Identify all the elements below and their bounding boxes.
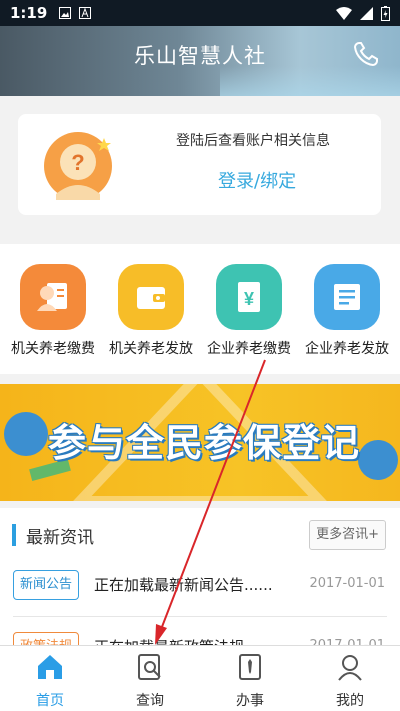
user-icon [338,655,362,681]
feature-gov-pension-payment[interactable]: 机关养老缴费 [3,264,103,358]
news-item[interactable]: 新闻公告 正在加载最新新闻公告...... 2017-01-01 [0,562,400,612]
nav-label: 办事 [236,693,264,709]
phone-icon[interactable] [352,40,380,68]
wifi-icon [336,6,352,20]
feature-label: 机关养老缴费 [11,341,95,357]
home-icon [38,655,62,679]
payment-document-icon [20,264,86,330]
news-header-accent [12,524,16,546]
news-section-title: 最新资讯 [26,528,94,548]
app-notification-icon [79,7,92,19]
nav-label: 首页 [36,693,64,709]
feature-ent-pension-disbursement[interactable]: 企业养老发放 [297,264,397,358]
bottom-nav: 首页 查询 办事 我的 [0,645,400,711]
unknown-user-avatar[interactable]: ? [38,124,118,204]
banner-title: 参与全民参保登记 [48,421,361,465]
feature-label: 企业养老发放 [305,341,389,357]
feature-ent-pension-payment[interactable]: ¥ 企业养老缴费 [199,264,299,358]
app-title: 乐山智慧人社 [134,44,266,68]
nav-label: 我的 [336,693,364,709]
battery-icon [381,5,390,21]
promo-banner[interactable]: 参与全民参保登记 [0,384,400,501]
nav-label: 查询 [136,693,164,709]
search-document-icon [138,654,161,680]
nav-profile[interactable]: 我的 [300,652,400,710]
news-date: 2017-01-01 [309,576,385,591]
feature-gov-pension-disbursement[interactable]: 机关养老发放 [101,264,201,358]
login-section: ? 登陆后查看账户相关信息 登录/绑定 [0,96,400,244]
status-bar: 1:19 [0,0,400,26]
svg-text:?: ? [71,150,84,175]
news-headline: 正在加载最新新闻公告...... [94,576,273,594]
tie-document-icon [239,654,261,680]
nav-home[interactable]: 首页 [0,652,100,710]
login-hint-text: 登陆后查看账户相关信息 [176,133,330,149]
app-header: 乐山智慧人社 [0,26,400,96]
login-card: ? 登陆后查看账户相关信息 登录/绑定 [18,114,381,215]
wallet-icon [118,264,184,330]
feature-label: 机关养老发放 [109,341,193,357]
gallery-notification-icon [59,7,72,19]
nav-query[interactable]: 查询 [100,652,200,710]
signal-icon [360,6,373,20]
svg-text:¥: ¥ [244,289,254,309]
news-section: 最新资讯 更多咨讯+ 新闻公告 正在加载最新新闻公告...... 2017-01… [0,508,400,648]
more-news-button[interactable]: 更多咨讯+ [309,520,386,550]
news-divider [13,616,387,617]
news-tag: 新闻公告 [13,570,80,600]
list-document-icon [314,264,380,330]
header-skyline-decoration [220,66,400,96]
status-time: 1:19 [10,4,48,22]
nav-services[interactable]: 办事 [200,652,300,710]
feature-grid: 机关养老缴费 机关养老发放 ¥ 企业养老缴费 企业养老发放 [0,244,400,374]
login-bind-link[interactable]: 登录/绑定 [218,167,296,193]
yuan-document-icon: ¥ [216,264,282,330]
feature-label: 企业养老缴费 [207,341,291,357]
